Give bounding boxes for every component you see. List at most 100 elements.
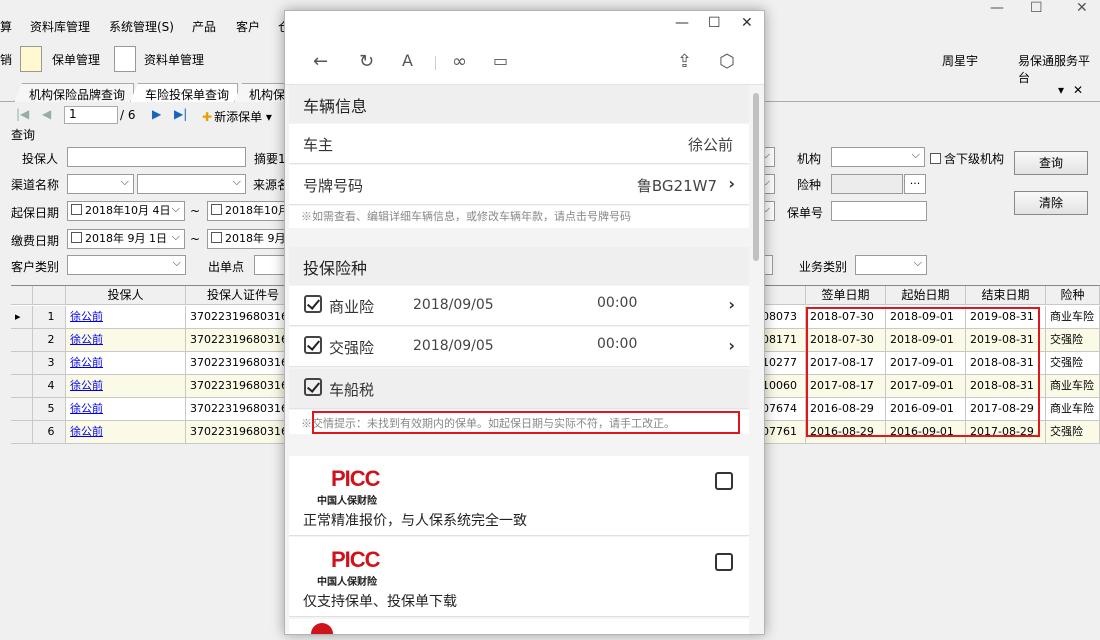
- dialog-content: 车辆信息 车主 徐公前 号牌号码 鲁BG21W7 › ※如需查看、编辑详细车辆信…: [285, 85, 764, 634]
- customer-type-select[interactable]: [67, 255, 186, 275]
- table-cell: 交强险: [1046, 421, 1100, 444]
- insured-name-link[interactable]: 徐公前: [66, 421, 186, 444]
- commercial-check-icon[interactable]: [304, 295, 322, 313]
- tab-close-icon[interactable]: ✕: [1073, 83, 1083, 97]
- link-icon[interactable]: ∞: [452, 51, 467, 72]
- dialog-minimize-icon[interactable]: —: [675, 15, 689, 31]
- channel-select-2[interactable]: [137, 174, 246, 194]
- vessel-tax-check-icon[interactable]: [304, 378, 322, 396]
- org-label: 机构: [797, 152, 822, 166]
- vehicle-note: ※如需查看、编辑详细车辆信息，或修改车辆年款，请点击号牌号码: [301, 210, 631, 223]
- first-page-icon[interactable]: |◀: [16, 107, 29, 121]
- table-cell: 交强险: [1046, 352, 1100, 375]
- risk-input[interactable]: [831, 174, 903, 194]
- risk-picker-button[interactable]: ···: [904, 174, 926, 194]
- insured-name-link[interactable]: 徐公前: [66, 375, 186, 398]
- document-icon: [114, 46, 136, 72]
- menu-item-product[interactable]: 产品: [192, 18, 216, 35]
- grid-header-cell[interactable]: [33, 286, 66, 305]
- policy-edit-icon: [20, 46, 42, 72]
- cube-icon[interactable]: ⬡: [719, 51, 735, 72]
- commercial-name: 商业险: [329, 298, 375, 316]
- compulsory-date[interactable]: 2018/09/05: [413, 338, 494, 354]
- next-page-icon[interactable]: ▶: [152, 107, 161, 121]
- menu-item-calc[interactable]: 算: [0, 18, 12, 35]
- insured-name-link[interactable]: 徐公前: [66, 306, 186, 329]
- dialog-close-icon[interactable]: ✕: [741, 15, 753, 31]
- current-user: 周星宇: [942, 54, 979, 68]
- commercial-time[interactable]: 00:00: [597, 295, 637, 311]
- tab-brand-query[interactable]: 机构保险品牌查询: [14, 83, 135, 102]
- dialog-scrollbar-thumb[interactable]: [753, 93, 759, 261]
- insurer-card-2-checkbox[interactable]: [715, 553, 733, 571]
- policy-no-input[interactable]: [831, 201, 927, 221]
- policy-management-button[interactable]: 保单管理: [52, 51, 100, 68]
- compulsory-time[interactable]: 00:00: [597, 336, 637, 352]
- dialog-maximize-icon[interactable]: ☐: [708, 15, 721, 31]
- insured-name-link[interactable]: 徐公前: [66, 329, 186, 352]
- grid-header-cell[interactable]: 险种: [1046, 286, 1100, 305]
- grid-header-cell[interactable]: 投保人: [66, 286, 186, 305]
- toolbar-cut-label[interactable]: 销: [0, 51, 12, 68]
- compulsory-row[interactable]: 交强险 2018/09/05 00:00 ›: [289, 327, 749, 367]
- vessel-tax-row[interactable]: 车船税: [289, 369, 749, 409]
- refresh-icon[interactable]: ↻: [359, 51, 374, 72]
- commercial-row[interactable]: 商业险 2018/09/05 00:00 ›: [289, 286, 749, 326]
- customer-type-label: 客户类别: [11, 260, 60, 274]
- picc-logo: PICC: [331, 547, 381, 572]
- grid-header-cell[interactable]: 签单日期: [806, 286, 886, 305]
- pay-date-to[interactable]: 2018年 9月: [207, 229, 287, 249]
- menu-item-system[interactable]: 系统管理(S): [109, 18, 174, 35]
- back-icon[interactable]: ←: [313, 51, 328, 72]
- include-sub-checkbox[interactable]: 含下级机构: [930, 150, 1004, 167]
- plate-value[interactable]: 鲁BG21W7: [637, 175, 717, 196]
- start-date-from[interactable]: 2018年10月 4日: [67, 201, 185, 221]
- table-cell: [11, 421, 33, 444]
- start-date-to-check: [211, 204, 222, 215]
- platform-link[interactable]: 易保通服务平台: [1018, 52, 1100, 86]
- channel-select-1[interactable]: [67, 174, 134, 194]
- insurer-card-2-desc: 仅支持保单、投保单下载: [303, 594, 457, 610]
- plate-row[interactable]: 号牌号码 鲁BG21W7 ›: [289, 165, 749, 205]
- insurer-card-1[interactable]: PICC 中国人保财险 正常精准报价，与人保系统完全一致: [289, 456, 749, 536]
- last-page-icon[interactable]: ▶|: [174, 107, 187, 121]
- clear-button[interactable]: 清除: [1014, 191, 1088, 215]
- biz-type-select[interactable]: [855, 255, 927, 275]
- table-cell: 2: [33, 329, 66, 352]
- insured-name-link[interactable]: 徐公前: [66, 352, 186, 375]
- grid-header-cell[interactable]: [11, 286, 33, 305]
- docs-management-button[interactable]: 资料单管理: [144, 51, 204, 68]
- add-policy-button[interactable]: ✚ 新添保单 ▾: [202, 108, 272, 125]
- menu-item-customer[interactable]: 客户: [236, 18, 260, 35]
- search-button[interactable]: 查询: [1014, 151, 1088, 175]
- compulsory-name: 交强险: [329, 339, 375, 357]
- vessel-tax-name: 车船税: [329, 381, 375, 399]
- insured-input[interactable]: [67, 147, 246, 167]
- org-select[interactable]: [831, 147, 925, 167]
- risk-label: 险种: [797, 178, 822, 192]
- insurer-card-1-checkbox[interactable]: [715, 472, 733, 490]
- font-icon[interactable]: A: [402, 51, 413, 70]
- add-icon: ✚: [202, 110, 213, 124]
- compulsory-check-icon[interactable]: [304, 336, 322, 354]
- commercial-date[interactable]: 2018/09/05: [413, 297, 494, 313]
- grid-header-cell[interactable]: 起始日期: [886, 286, 966, 305]
- insurer-card-2[interactable]: PICC 中国人保财险 仅支持保单、投保单下载: [289, 537, 749, 617]
- page-input[interactable]: 1: [64, 106, 118, 124]
- table-cell: 商业车险: [1046, 306, 1100, 329]
- pay-date-to-value: 2018年 9月: [225, 232, 286, 245]
- pay-range-sep: ~: [190, 232, 201, 246]
- menu-item-database[interactable]: 资料库管理: [30, 18, 90, 35]
- window-icon[interactable]: ▭: [493, 51, 508, 70]
- prev-page-icon[interactable]: ◀: [42, 107, 51, 121]
- grid-header-cell[interactable]: 结束日期: [966, 286, 1046, 305]
- biz-type-label: 业务类别: [799, 260, 848, 274]
- pay-date-from[interactable]: 2018年 9月 1日: [67, 229, 185, 249]
- tab-dropdown-icon[interactable]: ▾: [1058, 83, 1064, 97]
- share-icon[interactable]: ⇪: [677, 51, 692, 72]
- tab-policy-query[interactable]: 车险投保单查询: [130, 83, 239, 102]
- insurer-card-3[interactable]: [289, 619, 749, 634]
- insured-name-link[interactable]: 徐公前: [66, 398, 186, 421]
- table-cell: 交强险: [1046, 329, 1100, 352]
- start-date-to[interactable]: 2018年10月: [207, 201, 287, 221]
